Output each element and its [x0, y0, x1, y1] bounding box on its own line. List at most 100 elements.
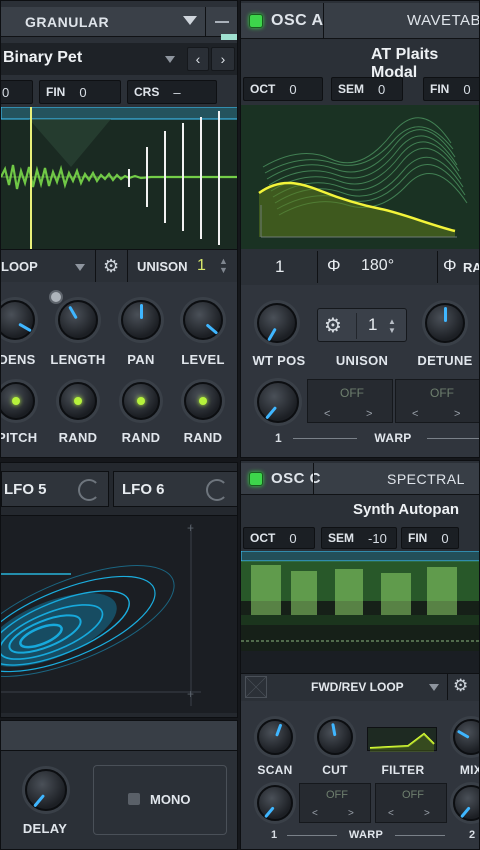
- warp-1-knob[interactable]: [257, 381, 299, 423]
- osc-c-warp-2-next[interactable]: >: [424, 808, 430, 819]
- delay-knob[interactable]: [25, 769, 67, 811]
- osc-a-unison-stepper[interactable]: ▲ ▼: [388, 317, 396, 335]
- unison-stepper-icon[interactable]: ▲ ▼: [219, 257, 228, 275]
- wt-frame-value[interactable]: 1: [275, 257, 284, 277]
- granular-mode-label[interactable]: GRANULAR: [25, 14, 109, 30]
- rand-label-3: RAND: [183, 430, 223, 445]
- osc-c-fin-field[interactable]: FIN 0: [401, 527, 459, 549]
- detune-label: DETUNE: [417, 353, 473, 368]
- warp-1-prev[interactable]: <: [324, 408, 330, 420]
- svg-text:+: +: [187, 521, 194, 535]
- filter-label: FILTER: [381, 763, 425, 777]
- osc-c-gear-icon[interactable]: ⚙: [453, 676, 468, 696]
- osc-c-warp-2-prev[interactable]: <: [388, 808, 394, 819]
- osc-c-warp-1-value: OFF: [326, 789, 348, 801]
- warp-2-next[interactable]: >: [454, 408, 460, 420]
- osc-a-type[interactable]: WAVETABLE: [407, 12, 479, 29]
- lfo6-mod-icon[interactable]: [206, 479, 228, 501]
- osc-c-loop-dropdown-icon[interactable]: [429, 684, 439, 691]
- osc-c-warp-1-next[interactable]: >: [348, 808, 354, 819]
- unison-gear-icon[interactable]: ⚙: [324, 313, 342, 338]
- pitch-knob[interactable]: [1, 382, 35, 420]
- mix-knob[interactable]: [453, 719, 479, 755]
- osc-a-oct-field[interactable]: OCT 0: [243, 77, 323, 101]
- osc-c-warp-1-prev[interactable]: <: [312, 808, 318, 819]
- spectral-display[interactable]: [241, 551, 479, 673]
- osc-c-knob-section: SCAN CUT FILTER MIX OFF < > OFF < > 1 WA…: [241, 701, 479, 849]
- granular-panel: GRANULAR Binary Pet ‹ › 0 FIN 0 CRS – LO…: [0, 0, 238, 458]
- preset-bar: Binary Pet ‹ ›: [1, 43, 237, 75]
- rand-knob-2[interactable]: [122, 382, 160, 420]
- cut-knob[interactable]: [317, 719, 353, 755]
- osc-a-unison-label: UNISON: [335, 353, 389, 368]
- osc-a-power-toggle[interactable]: [249, 13, 263, 28]
- warp-1-next[interactable]: >: [366, 408, 372, 420]
- preset-name[interactable]: Binary Pet: [3, 49, 82, 67]
- osc-c-type[interactable]: SPECTRAL: [387, 471, 465, 487]
- osc-a-unison-value[interactable]: 1: [368, 315, 377, 335]
- mono-checkbox[interactable]: [128, 793, 140, 805]
- level-knob[interactable]: [183, 300, 223, 340]
- lfo5-mod-icon[interactable]: [78, 479, 100, 501]
- osc-c-sem-field[interactable]: SEM -10: [321, 527, 397, 549]
- wt-pos-knob[interactable]: [257, 303, 297, 343]
- granular-crs-field[interactable]: CRS –: [127, 80, 217, 104]
- osc-c-warp-1-box[interactable]: OFF < >: [299, 783, 371, 823]
- granular-fine-field[interactable]: FIN 0: [39, 80, 121, 104]
- warp-label: WARP: [374, 431, 412, 445]
- length-knob[interactable]: [58, 300, 98, 340]
- warp-2-prev[interactable]: <: [412, 408, 418, 420]
- rand-phase-label[interactable]: RA: [463, 260, 479, 275]
- dens-knob[interactable]: [1, 300, 35, 340]
- prev-preset-button[interactable]: ‹: [187, 47, 209, 71]
- rand-knob-3[interactable]: [184, 382, 222, 420]
- minimize-icon[interactable]: [215, 21, 229, 23]
- osc-a-sem-field[interactable]: SEM 0: [331, 77, 403, 101]
- wt-pos-label: WT POS: [252, 353, 306, 368]
- pitch-label: PITCH: [0, 430, 38, 445]
- lfo-scope: + +: [1, 521, 201, 706]
- fx-panel: DELAY MONO: [0, 720, 238, 850]
- loop-mode-select[interactable]: LOOP: [1, 259, 38, 274]
- osc-c-preset-name[interactable]: Synth Autopan: [353, 501, 459, 518]
- osc-a-fin-field[interactable]: FIN 0: [423, 77, 479, 101]
- osc-c-warp-num-2: 2: [469, 829, 476, 841]
- phase-icon: Φ: [327, 256, 341, 275]
- osc-c-warp-1-knob[interactable]: [257, 785, 293, 821]
- preset-dropdown-icon[interactable]: [165, 56, 175, 63]
- osc-c-preset-bar: Synth Autopan: [241, 495, 479, 525]
- phase-value[interactable]: 180°: [361, 257, 394, 275]
- chevron-down-icon[interactable]: [183, 16, 197, 25]
- rand-label-2: RAND: [121, 430, 161, 445]
- warp-1-box[interactable]: OFF < >: [307, 379, 393, 423]
- osc-c-oct-field[interactable]: OCT 0: [243, 527, 315, 549]
- lfo-xy-display[interactable]: + +: [1, 515, 237, 713]
- granular-coarse-field[interactable]: 0: [1, 80, 33, 104]
- loop-dropdown-icon[interactable]: [75, 264, 85, 271]
- warp-2-box[interactable]: OFF < >: [395, 379, 479, 423]
- osc-c-warp-2-value: OFF: [402, 789, 424, 801]
- wavetable-3d-view: [258, 117, 468, 238]
- osc-c-warp-2-box[interactable]: OFF < >: [375, 783, 447, 823]
- granular-unison-value[interactable]: 1: [197, 257, 206, 275]
- osc-c-warp-2-knob[interactable]: [453, 785, 479, 821]
- wavetable-3d-display[interactable]: [241, 105, 479, 249]
- granular-waveform-display[interactable]: [1, 107, 237, 249]
- osc-c-loop-mode[interactable]: FWD/REV LOOP: [311, 680, 404, 694]
- pan-label: PAN: [127, 352, 155, 367]
- next-preset-button[interactable]: ›: [211, 47, 235, 71]
- mod-source-icon[interactable]: [49, 290, 63, 304]
- filter-graph[interactable]: [367, 727, 437, 752]
- osc-c-power-toggle[interactable]: [249, 471, 263, 486]
- lfo6-tab[interactable]: LFO 6: [113, 471, 237, 507]
- detune-knob[interactable]: [425, 303, 465, 343]
- gear-icon[interactable]: ⚙: [103, 256, 119, 277]
- mono-box: MONO: [93, 765, 227, 835]
- osc-a-unison-box[interactable]: ⚙ 1 ▲ ▼: [317, 308, 407, 342]
- pan-knob[interactable]: [121, 300, 161, 340]
- scan-knob[interactable]: [257, 719, 293, 755]
- rand-label-1: RAND: [58, 430, 98, 445]
- lfo5-tab[interactable]: LFO 5: [1, 471, 109, 507]
- rand-knob-1[interactable]: [59, 382, 97, 420]
- osc-c-loop-x-icon[interactable]: [245, 676, 267, 698]
